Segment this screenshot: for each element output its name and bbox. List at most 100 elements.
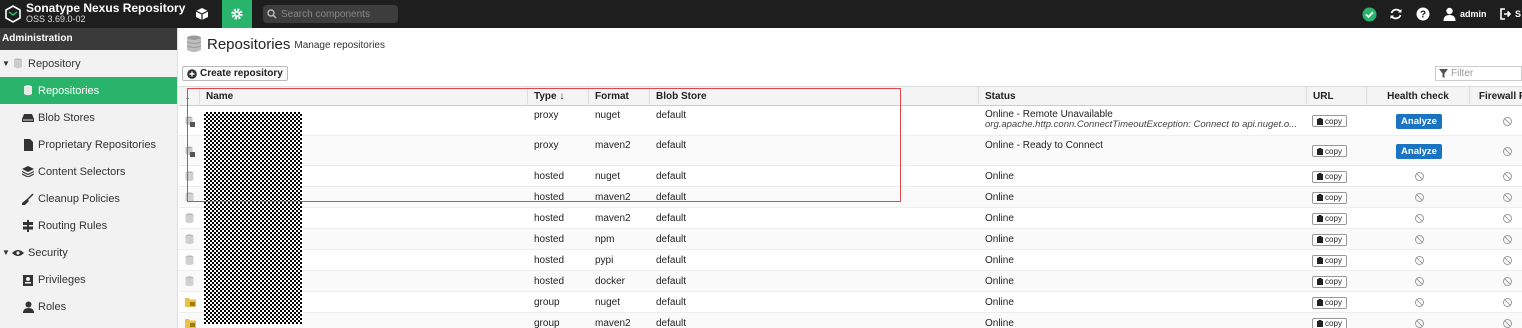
sidebar-item-privileges[interactable]: Privileges	[0, 266, 177, 293]
table-row[interactable]: hosted npm default Online copy	[179, 229, 1522, 250]
group-repository-icon	[185, 297, 196, 308]
health-check-unavailable-icon	[1415, 319, 1424, 328]
table-row[interactable]: hosted pypi default Online copy	[179, 250, 1522, 271]
status-text: Online	[985, 297, 1014, 308]
search-input[interactable]	[281, 8, 391, 20]
sidebar-item-roles[interactable]: Roles	[0, 293, 177, 320]
copy-url-button[interactable]: copy	[1312, 212, 1347, 225]
repository-status: Online	[979, 166, 1304, 187]
copy-label: copy	[1325, 298, 1342, 307]
sidebar-item-label: Repository	[28, 57, 81, 70]
copy-label: copy	[1325, 277, 1342, 286]
page-subtitle: Manage repositories	[294, 40, 385, 51]
copy-url-button[interactable]: copy	[1312, 317, 1347, 328]
sidebar-item-blob-stores[interactable]: Blob Stores	[0, 104, 177, 131]
user-icon	[22, 301, 34, 313]
eye-icon	[12, 247, 24, 259]
column-header-health-check[interactable]: Health check	[1367, 87, 1470, 106]
sidebar-item-proprietary-repositories[interactable]: Proprietary Repositories	[0, 131, 177, 158]
column-header-firewall[interactable]: Firewall R	[1470, 87, 1522, 106]
filter-input[interactable]	[1451, 68, 1521, 79]
sidebar-item-content-selectors[interactable]: Content Selectors	[0, 158, 177, 185]
layers-icon	[22, 166, 34, 178]
health-check-unavailable-icon	[1415, 214, 1424, 223]
table-row[interactable]: hosted maven2 default Online copy	[179, 208, 1522, 229]
repository-format: npm	[595, 234, 615, 245]
administration-button[interactable]	[222, 0, 252, 28]
clipboard-icon	[1317, 173, 1324, 180]
status-ok-icon[interactable]	[1362, 0, 1377, 28]
filter-box[interactable]	[1435, 66, 1522, 81]
table-row[interactable]: group maven2 default Online copy	[179, 313, 1522, 328]
page-header: Repositories Manage repositories	[186, 35, 385, 53]
gear-icon	[231, 8, 243, 20]
create-repository-button[interactable]: Create repository	[182, 66, 288, 81]
table-row[interactable]: group nuget default Online copy	[179, 292, 1522, 313]
sign-out-button[interactable]: S	[1500, 0, 1521, 28]
repository-blob-store: default	[656, 255, 687, 266]
status-text: Online	[985, 171, 1014, 182]
analyze-button[interactable]: Analyze	[1396, 143, 1442, 159]
app-version: OSS 3.69.0-02	[26, 14, 86, 24]
sidebar-item-label: Security	[28, 246, 68, 259]
search-box[interactable]	[263, 5, 398, 23]
user-menu[interactable]: admin	[1443, 0, 1487, 28]
copy-label: copy	[1325, 146, 1342, 156]
help-icon: ?	[1416, 7, 1430, 21]
sidebar-item-routing-rules[interactable]: Routing Rules	[0, 212, 177, 239]
repository-type: group	[534, 318, 560, 328]
refresh-button[interactable]	[1389, 0, 1403, 28]
browse-button[interactable]	[187, 0, 217, 28]
firewall-unavailable-icon	[1503, 235, 1512, 244]
table-row[interactable]: hosted docker default Online copy	[179, 271, 1522, 292]
database-icon	[186, 35, 202, 52]
sidebar-group-repository[interactable]: ▼ Repository	[0, 50, 177, 77]
copy-url-button[interactable]: copy	[1312, 254, 1347, 267]
copy-url-button[interactable]: copy	[1312, 233, 1347, 246]
repository-type: hosted	[534, 255, 565, 266]
repository-status: Online	[979, 187, 1304, 208]
health-check-unavailable-icon	[1415, 298, 1424, 307]
sign-out-icon	[1500, 8, 1512, 20]
clipboard-icon	[1317, 299, 1324, 306]
sidebar-item-cleanup-policies[interactable]: Cleanup Policies	[0, 185, 177, 212]
health-check-unavailable-icon	[1415, 277, 1424, 286]
status-text: Online	[985, 234, 1014, 245]
copy-url-button[interactable]: copy	[1312, 275, 1347, 288]
health-check-unavailable-icon	[1415, 193, 1424, 202]
clipboard-icon	[1317, 257, 1324, 264]
signpost-icon	[22, 219, 34, 232]
firewall-unavailable-icon	[1503, 298, 1512, 307]
clipboard-icon	[1317, 117, 1324, 125]
sidebar-item-label: Proprietary Repositories	[38, 138, 156, 151]
repository-blob-store: default	[656, 297, 687, 308]
sidebar-group-security[interactable]: ▼ Security	[0, 239, 177, 266]
copy-url-button[interactable]: copy	[1312, 170, 1347, 183]
clipboard-icon	[1317, 215, 1324, 222]
main-panel: Repositories Manage repositories Create …	[179, 28, 1522, 328]
repository-type: hosted	[534, 234, 565, 245]
copy-url-button[interactable]: copy	[1312, 191, 1347, 204]
copy-url-button[interactable]: copy	[1312, 145, 1347, 157]
repository-format: pypi	[595, 255, 614, 266]
help-button[interactable]: ?	[1416, 0, 1430, 28]
firewall-unavailable-icon	[1503, 256, 1512, 265]
sidebar-item-repositories[interactable]: Repositories	[0, 77, 177, 104]
copy-url-button[interactable]: copy	[1312, 296, 1347, 309]
repository-format: maven2	[595, 213, 631, 224]
hosted-repository-icon	[185, 255, 195, 266]
health-check-unavailable-icon	[1415, 172, 1424, 181]
hard-drive-icon	[22, 112, 34, 124]
clipboard-icon	[1317, 320, 1324, 327]
sidebar-item-label: Roles	[38, 300, 67, 313]
repository-status: Online	[979, 313, 1304, 328]
column-header-status[interactable]: Status	[979, 87, 1307, 106]
copy-url-button[interactable]: copy	[1312, 115, 1347, 127]
copy-label: copy	[1325, 235, 1342, 244]
sidebar-item-label: Content Selectors	[38, 165, 126, 178]
badge-icon	[22, 274, 34, 286]
repository-format: maven2	[595, 318, 631, 328]
clipboard-icon	[1317, 278, 1324, 285]
column-header-url[interactable]: URL	[1307, 87, 1367, 106]
analyze-button[interactable]: Analyze	[1396, 113, 1442, 129]
